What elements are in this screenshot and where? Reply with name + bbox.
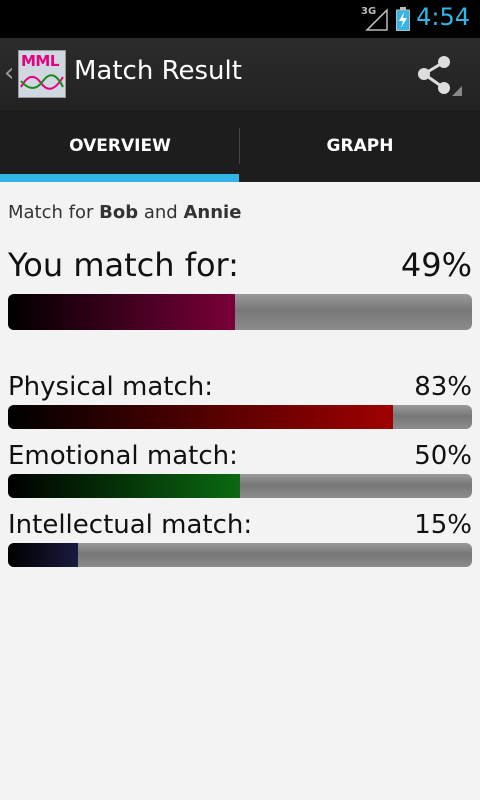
clock: 4:54 [416,3,470,31]
tab-graph[interactable]: GRAPH [240,110,480,182]
page-title: Match Result [74,56,242,86]
overall-label: You match for: [8,246,239,284]
name-first: Bob [99,202,139,223]
physical-value: 83% [414,372,472,402]
emotional-value: 50% [414,441,472,471]
match-for-line: Match for Bob and Annie [8,202,241,223]
physical-label: Physical match: [8,372,214,402]
intellectual-label: Intellectual match: [8,510,253,540]
match-for-conj: and [143,202,178,223]
share-icon [418,56,462,96]
signal-icon [365,8,388,31]
emotional-bar [8,474,472,498]
match-for-prefix: Match for [8,202,94,223]
selected-tab-indicator [0,174,239,182]
emotional-bar-fill [8,474,240,498]
status-bar: 3G 4:54 [0,0,480,38]
overall-bar-fill [8,294,236,330]
overall-bar [8,294,472,330]
name-second: Annie [183,202,242,223]
tab-overview[interactable]: OVERVIEW [0,110,240,182]
intellectual-value: 15% [414,510,472,540]
tab-bar: OVERVIEW GRAPH [0,110,480,182]
overall-value: 49% [400,246,472,284]
app-logo[interactable]: MML [18,50,66,98]
logo-wave-icon [20,74,64,90]
share-button[interactable] [414,56,464,100]
battery-charging-icon [396,7,410,31]
action-bar: ‹ MML Match Result [0,38,480,110]
physical-bar-fill [8,405,394,429]
intellectual-bar [8,543,472,567]
intellectual-bar-fill [8,543,78,567]
physical-bar [8,405,472,429]
up-caret-icon[interactable]: ‹ [4,58,14,88]
emotional-label: Emotional match: [8,441,238,471]
